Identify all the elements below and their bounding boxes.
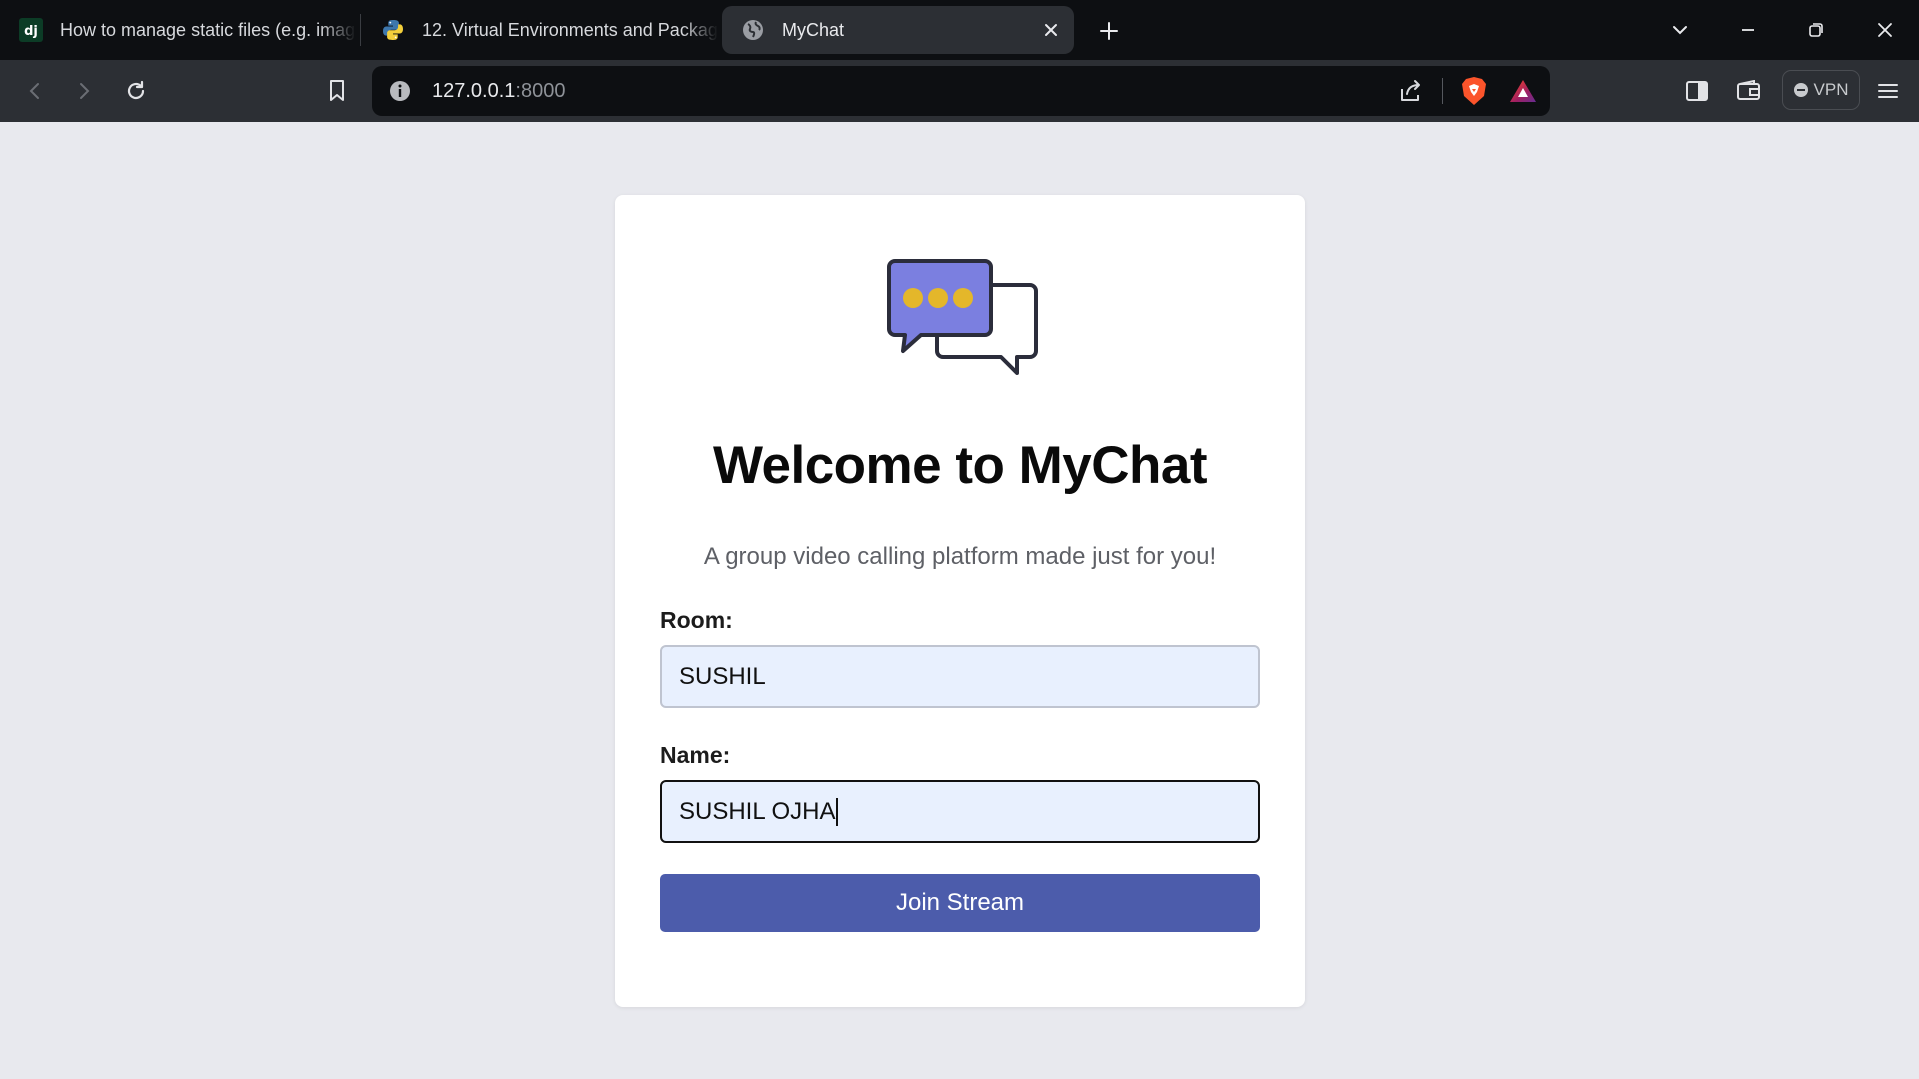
brave-rewards-icon[interactable] <box>1508 78 1538 104</box>
tab-django-static-files[interactable]: dj How to manage static files (e.g. imag <box>0 6 360 54</box>
join-stream-button[interactable]: Join Stream <box>660 874 1260 932</box>
tab-python-venv[interactable]: 12. Virtual Environments and Packag <box>362 6 722 54</box>
page-subtitle: A group video calling platform made just… <box>703 543 1217 570</box>
python-icon <box>380 17 406 43</box>
wallet-icon[interactable] <box>1732 74 1766 108</box>
browser-toolbar: 127.0.0.1:8000 VPN <box>0 60 1919 122</box>
svg-text:dj: dj <box>24 24 38 39</box>
join-card: Welcome to MyChat A group video calling … <box>615 195 1305 1007</box>
room-input[interactable]: SUSHIL <box>660 645 1260 708</box>
close-tab-icon[interactable] <box>1040 19 1062 41</box>
tab-search-chevron-icon[interactable] <box>1664 14 1696 46</box>
new-tab-icon[interactable] <box>1094 16 1124 46</box>
url-port: :8000 <box>515 80 566 102</box>
tab-mychat[interactable]: MyChat <box>722 6 1074 54</box>
django-icon: dj <box>18 17 44 43</box>
reload-icon[interactable] <box>119 74 153 108</box>
vpn-button[interactable]: VPN <box>1782 70 1860 110</box>
menu-icon[interactable] <box>1871 74 1905 108</box>
vpn-label: VPN <box>1813 80 1849 99</box>
tab-separator <box>360 14 361 46</box>
globe-icon <box>740 17 766 43</box>
sidebar-icon[interactable] <box>1680 74 1714 108</box>
minimize-icon[interactable] <box>1732 14 1764 46</box>
site-info-icon[interactable] <box>388 79 412 103</box>
url-text: 127.0.0.1:8000 <box>432 80 565 103</box>
chat-bubbles-icon <box>883 257 1043 377</box>
page-title: Welcome to MyChat <box>712 436 1208 495</box>
text-caret <box>836 797 839 826</box>
forward-icon[interactable] <box>67 74 101 108</box>
back-icon[interactable] <box>18 74 52 108</box>
tab-label: MyChat <box>782 19 845 40</box>
address-bar[interactable]: 127.0.0.1:8000 <box>372 66 1550 116</box>
room-label: Room: <box>660 607 733 633</box>
room-input-value: SUSHIL <box>679 662 766 690</box>
name-input-value: SUSHIL OJHA <box>679 797 836 825</box>
brave-shields-icon[interactable] <box>1460 76 1488 106</box>
name-label: Name: <box>660 742 731 768</box>
url-host: 127.0.0.1 <box>432 80 516 102</box>
tab-label: 12. Virtual Environments and Packag <box>422 19 718 40</box>
share-icon[interactable] <box>1397 77 1425 105</box>
address-divider <box>1442 78 1443 104</box>
restore-icon[interactable] <box>1800 14 1832 46</box>
name-input[interactable]: SUSHIL OJHA <box>660 780 1260 843</box>
tab-label: How to manage static files (e.g. imag <box>60 19 356 40</box>
close-window-icon[interactable] <box>1869 14 1901 46</box>
bookmark-icon[interactable] <box>320 74 354 108</box>
tab-bar: dj How to manage static files (e.g. imag… <box>0 0 1919 60</box>
vpn-status-icon <box>1793 83 1808 97</box>
